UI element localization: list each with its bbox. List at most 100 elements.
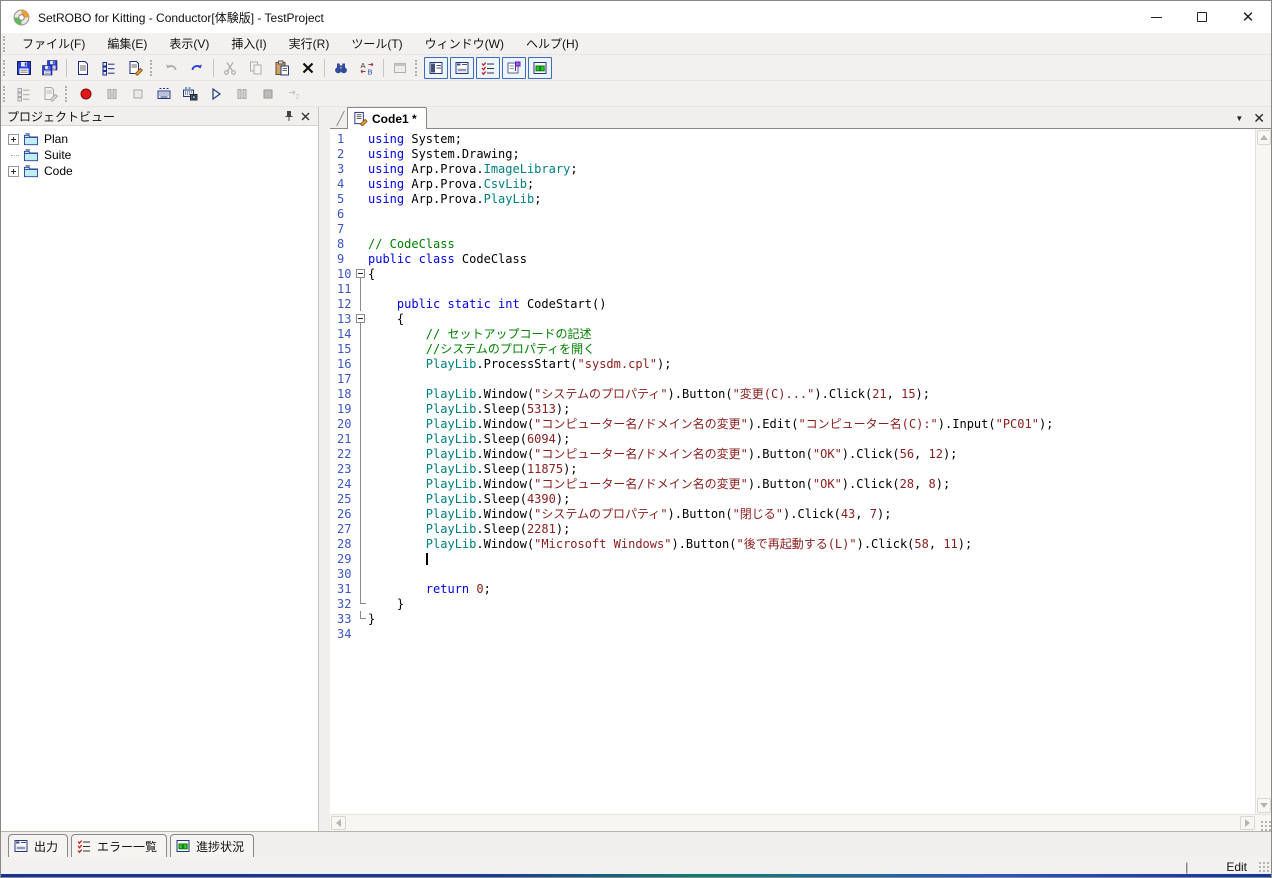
panel-close-button[interactable] (297, 109, 313, 124)
resize-grip[interactable] (1258, 861, 1269, 872)
output-icon (14, 840, 28, 852)
horizontal-scrollbar[interactable] (330, 814, 1271, 831)
code-line: 24 PlayLib.Window("コンピューター名/ドメイン名の変更").B… (330, 476, 1255, 491)
scroll-corner (1255, 816, 1271, 831)
line-number: 34 (337, 626, 352, 641)
app-icon (13, 9, 30, 26)
toggle-flag-button[interactable] (502, 56, 526, 79)
scroll-right-button[interactable] (1240, 816, 1255, 830)
app-window: SetROBO for Kitting - Conductor[体験版] - T… (0, 0, 1272, 878)
svg-text:2: 2 (296, 94, 300, 101)
fold-margin (354, 296, 368, 311)
new-plan-button[interactable] (71, 57, 95, 79)
panel-splitter[interactable] (319, 107, 330, 831)
minimize-button[interactable] (1133, 1, 1179, 33)
code-line: 6 (330, 206, 1255, 221)
expand-toggle[interactable] (8, 165, 19, 177)
menu-file[interactable]: ファイル(F) (11, 33, 96, 54)
code-line: 12 public static int CodeStart() (330, 296, 1255, 311)
toolbar-grip (65, 85, 70, 102)
fold-margin (354, 536, 368, 551)
line-number: 27 (337, 521, 352, 536)
play-button[interactable] (204, 83, 228, 105)
paste-button[interactable] (270, 57, 294, 79)
view-project-icon (429, 61, 443, 74)
scroll-left-button[interactable] (331, 816, 346, 830)
delete-button[interactable] (296, 57, 320, 79)
code-line: 22 PlayLib.Window("コンピューター名/ドメイン名の変更").B… (330, 446, 1255, 461)
menu-run[interactable]: 実行(R) (278, 33, 341, 54)
status-accent-line (1, 874, 1271, 877)
toolbar-grip (3, 85, 8, 102)
line-number: 23 (337, 461, 352, 476)
properties-button (388, 57, 412, 79)
replace-button[interactable]: AB (355, 57, 379, 79)
maximize-button[interactable] (1179, 1, 1225, 33)
new-suite-button[interactable] (97, 57, 121, 79)
folder-icon (23, 149, 39, 162)
tree-connector (8, 150, 19, 161)
fold-margin (354, 311, 368, 326)
line-number: 28 (337, 536, 352, 551)
doc-suite-icon (102, 61, 115, 75)
redo-button[interactable] (185, 57, 209, 79)
code-wrap: 1 using System; 2 using System.Drawing; 3 usi… (330, 129, 1271, 814)
tab-list-dropdown[interactable]: ▼ (1235, 114, 1243, 123)
code-line: 26 PlayLib.Window("システムのプロパティ").Button("… (330, 506, 1255, 521)
tree-item-code[interactable]: Code (8, 163, 318, 179)
tree-item-suite[interactable]: Suite (8, 147, 318, 163)
bottom-tab-output[interactable]: 出力 (8, 834, 69, 857)
code-line: 14 // セットアップコードの記述 (330, 326, 1255, 341)
fold-toggle[interactable] (356, 314, 365, 323)
fold-toggle[interactable] (356, 269, 365, 278)
toggle-error-list-button[interactable] (476, 56, 500, 79)
code-line: 20 PlayLib.Window("コンピューター名/ドメイン名の変更").E… (330, 416, 1255, 431)
scroll-up-button[interactable] (1256, 130, 1271, 145)
close-button[interactable]: ✕ (1225, 1, 1271, 33)
minimize-icon (1150, 16, 1162, 18)
menu-insert[interactable]: 挿入(I) (220, 33, 277, 54)
bottom-tab-error-list[interactable]: エラー一覧 (71, 834, 168, 857)
menu-bar: ファイル(F) 編集(E) 表示(V) 挿入(I) 実行(R) ツール(T) ウ… (1, 33, 1271, 55)
record-stop-button (126, 83, 150, 105)
toggle-output-button[interactable] (450, 56, 474, 79)
svg-text:B: B (368, 67, 373, 76)
code-line: 15 //システムのプロパティを開く (330, 341, 1255, 356)
toggle-progress-button[interactable] (528, 56, 552, 79)
vertical-scrollbar[interactable] (1255, 129, 1271, 814)
toolbar-grip (150, 59, 155, 76)
menu-edit[interactable]: 編集(E) (96, 33, 158, 54)
toggle-project-view-button[interactable] (424, 56, 448, 79)
bottom-tab-progress[interactable]: 進捗状況 (170, 834, 255, 857)
menu-tools[interactable]: ツール(T) (340, 33, 413, 54)
tree-item-plan[interactable]: Plan (8, 131, 318, 147)
code-line: 8// CodeClass (330, 236, 1255, 251)
new-code-button[interactable] (123, 57, 147, 79)
tab-close-button[interactable]: ✕ (1253, 111, 1265, 125)
code-doc-icon (354, 111, 368, 126)
doc-suite-gray-icon (17, 87, 30, 101)
record-button[interactable] (74, 83, 98, 105)
pin-button[interactable] (281, 109, 297, 124)
text-caret (425, 553, 428, 565)
fold-margin (354, 596, 368, 611)
menu-window[interactable]: ウィンドウ(W) (414, 33, 515, 54)
scroll-down-button[interactable] (1256, 798, 1271, 813)
stop-fill-gray-icon (263, 89, 273, 98)
code-editor[interactable]: 1 using System; 2 using System.Drawing; 3 usi… (330, 129, 1255, 814)
save-button[interactable] (12, 57, 36, 79)
expand-toggle[interactable] (8, 133, 19, 145)
menu-help[interactable]: ヘルプ(H) (515, 33, 590, 54)
save-all-button[interactable] (38, 57, 62, 79)
find-button[interactable] (329, 57, 353, 79)
fold-margin (354, 131, 368, 146)
fold-margin (354, 521, 368, 536)
keyboard-record-button[interactable] (152, 83, 176, 105)
tab-code1[interactable]: Code1 * (347, 107, 427, 129)
code-line: 3 using Arp.Prova.ImageLibrary; (330, 161, 1255, 176)
toolbar-separator (213, 58, 214, 77)
toolbar-separator (383, 58, 384, 77)
menu-view[interactable]: 表示(V) (158, 33, 220, 54)
fold-margin (354, 566, 368, 581)
keyboard-camera-button[interactable] (178, 83, 202, 105)
